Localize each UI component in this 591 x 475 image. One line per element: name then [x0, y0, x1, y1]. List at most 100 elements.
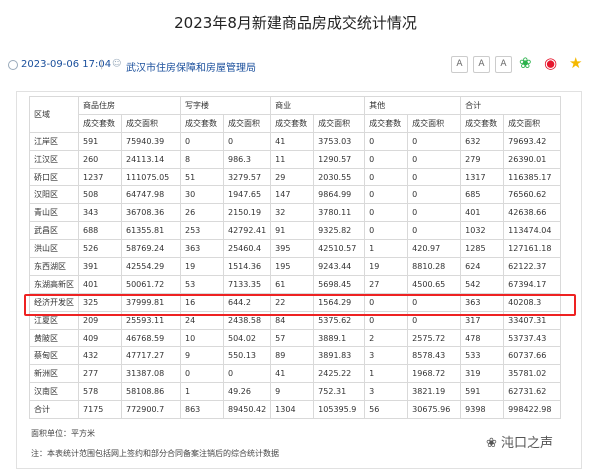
table-notes: 面积单位：平方米 注：本表统计范围包括网上签约和部分合同备案注销后的综合统计数据 [31, 424, 279, 464]
table-cell: 504.02 [222, 328, 272, 348]
table-cell: 391 [78, 257, 122, 276]
table-cell: 432 [78, 346, 122, 366]
table-cell: 0 [364, 203, 409, 223]
table-cell: 58108.86 [121, 382, 181, 402]
font-large-button[interactable]: A [451, 56, 468, 73]
table-cell: 0 [364, 221, 409, 241]
table-cell: 863 [180, 400, 224, 420]
table-cell: 1 [180, 382, 224, 402]
table-cell: 1947.65 [222, 185, 272, 205]
table-row: 新洲区 277 31387.08 0 0 41 2425.22 1 1968.72 319 3578… [29, 364, 562, 384]
table-row: 汉南区 578 58108.86 1 49.26 9 752.31 3 3821.19 591 62… [29, 382, 562, 402]
table-row: 汉阳区 508 64747.98 30 1947.65 147 9864.99 0 0 685 76… [29, 185, 562, 205]
table-cell: 147 [270, 185, 315, 205]
table-cell: 195 [270, 257, 315, 276]
table-cell: 478 [460, 328, 505, 348]
table-cell: 253 [180, 221, 224, 241]
table-cell: 2425.22 [313, 364, 366, 384]
table-row: 江岸区 591 75940.39 0 0 41 3753.03 0 0 632 79693.42 [29, 131, 562, 151]
table-cell: 1285 [460, 239, 505, 259]
table-cell: 3780.11 [313, 203, 366, 223]
table-cell: 3279.57 [222, 167, 272, 187]
table-cell: 29 [270, 167, 315, 187]
district-cell: 蔡甸区 [29, 346, 79, 366]
table-cell: 60737.66 [503, 346, 562, 366]
person-icon: ☺ [112, 59, 122, 69]
table-cell: 8810.28 [407, 257, 462, 276]
table-cell: 591 [78, 131, 122, 151]
table-cell: 2150.19 [222, 203, 272, 223]
table-cell: 0 [407, 131, 462, 151]
table-cell: 26390.01 [503, 149, 562, 169]
table-cell: 591 [460, 382, 505, 402]
table-row: 合计 7175 772900.7 863 89450.42 1304 105395.9 56 3… [29, 400, 562, 420]
weibo-icon[interactable]: ◉ [544, 54, 557, 72]
table-cell: 752.31 [313, 382, 366, 402]
table-row: 蔡甸区 432 47717.27 9 550.13 89 3891.83 3 8578.43 53… [29, 346, 562, 366]
table-row: 东湖高新区 401 50061.72 53 7133.35 61 5698.45 27 4500… [29, 274, 562, 294]
table-cell: 89450.42 [222, 400, 272, 420]
table-cell: 25460.4 [222, 239, 272, 259]
table-cell: 0 [180, 131, 224, 151]
table-cell: 1514.36 [222, 257, 272, 276]
table-cell: 0 [407, 149, 462, 169]
table-cell: 32 [270, 203, 315, 223]
table-cell: 0 [364, 149, 409, 169]
table-cell: 5698.45 [313, 274, 366, 294]
group-header-office: 写字楼 [179, 96, 272, 115]
table-cell: 7175 [78, 400, 122, 420]
table-row: 武昌区 688 61355.81 253 42792.41 91 9325.82 0 0 1032… [29, 221, 562, 241]
table-cell: 9864.99 [313, 185, 366, 205]
district-cell: 新洲区 [29, 364, 79, 384]
subheader-units: 成交套数 [460, 113, 505, 133]
wechat-icon[interactable]: ❀ [519, 54, 532, 72]
table-cell: 1290.57 [313, 149, 366, 169]
table-cell: 1032 [460, 221, 505, 241]
table-cell: 53737.43 [503, 328, 562, 348]
table-cell: 30675.96 [407, 400, 462, 420]
table-cell: 58769.24 [121, 239, 181, 259]
table-cell: 363 [180, 239, 224, 259]
table-cell: 42792.41 [222, 221, 272, 241]
table-cell: 9325.82 [313, 221, 366, 241]
table-cell: 57 [270, 328, 315, 348]
table-cell: 31387.08 [121, 364, 181, 384]
watermark-text: 沌口之声 [501, 436, 554, 451]
favorite-icon[interactable]: ★ [569, 54, 582, 72]
table-cell: 685 [460, 185, 505, 205]
font-small-button[interactable]: A [495, 56, 512, 73]
clock-icon [8, 60, 18, 70]
table-cell: 9243.44 [313, 257, 366, 276]
font-medium-button[interactable]: A [473, 56, 490, 73]
table-cell: 111075.05 [121, 167, 181, 187]
table-cell: 9398 [460, 400, 505, 420]
table-cell: 343 [78, 203, 122, 223]
group-header-other: 其他 [364, 96, 462, 115]
table-cell: 91 [270, 221, 315, 241]
subheader-area: 成交面积 [407, 113, 462, 133]
table-cell: 624 [460, 257, 505, 276]
table-cell: 42554.29 [121, 257, 181, 276]
table-cell: 533 [460, 346, 505, 366]
table-cell: 105395.9 [313, 400, 366, 420]
table-cell: 30 [180, 185, 224, 205]
table-cell: 42510.57 [313, 239, 366, 259]
table-cell: 35781.02 [503, 364, 562, 384]
table-cell: 3891.83 [313, 346, 366, 366]
table-cell: 260 [78, 149, 122, 169]
table-cell: 395 [270, 239, 315, 259]
sales-table: 区域 商品住房 写字楼 商业 其他 合计 成交套数 成交面积 成交套数 成交面积… [29, 96, 562, 420]
district-cell: 江汉区 [29, 149, 79, 169]
table-cell: 7133.35 [222, 274, 272, 294]
table-cell: 279 [460, 149, 505, 169]
subheader-units: 成交套数 [364, 113, 409, 133]
article-title: 2023年8月新建商品房成交统计情况 [174, 14, 417, 32]
table-cell: 3889.1 [313, 328, 366, 348]
table-cell: 0 [407, 203, 462, 223]
unit-note: 面积单位：平方米 [31, 429, 95, 438]
table-cell: 67394.17 [503, 274, 562, 294]
table-cell: 75940.39 [121, 131, 181, 151]
table-cell: 2 [364, 328, 409, 348]
source-link[interactable]: 武汉市住房保障和房屋管理局 [126, 59, 256, 74]
table-cell: 49.26 [222, 382, 272, 402]
